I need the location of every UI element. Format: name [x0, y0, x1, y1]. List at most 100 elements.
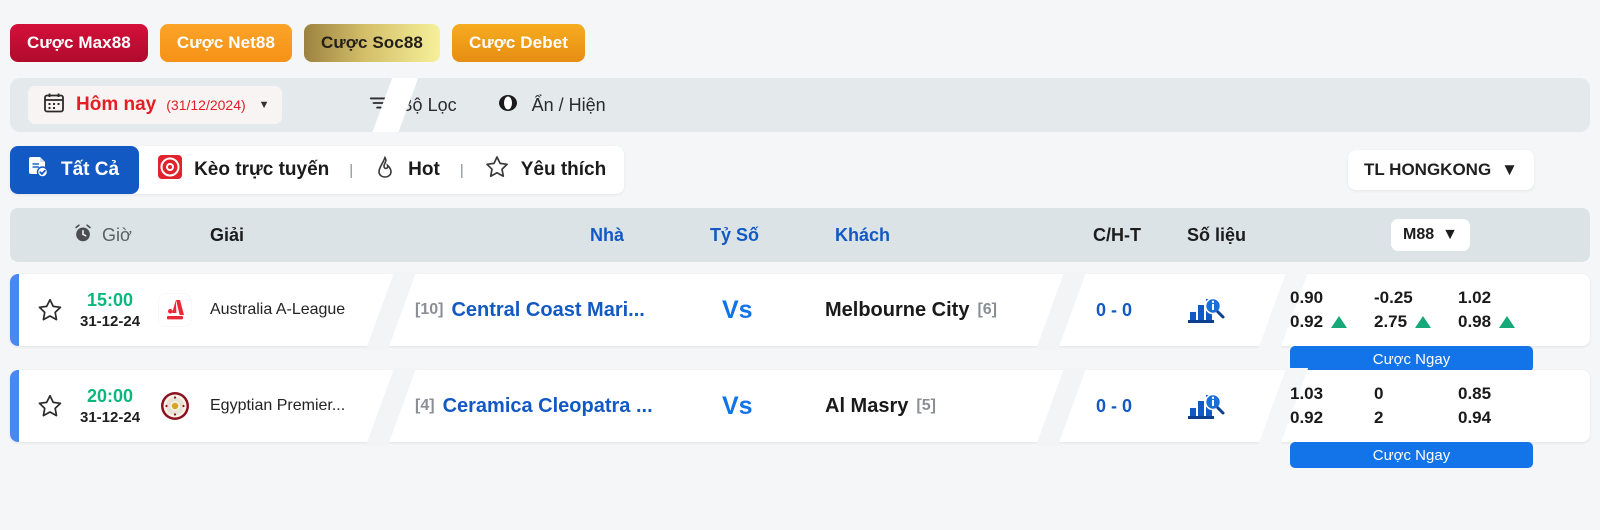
region-label: TL HONGKONG [1363, 160, 1492, 179]
column-header-home: Nhà [590, 224, 625, 245]
tab-separator: | [349, 161, 354, 179]
odds-column[interactable]: 1.02 0.98 [1450, 288, 1534, 332]
home-team-name: Ceramica Cleopatra ... [442, 394, 653, 417]
match-score: 0 - 0 [1096, 299, 1133, 320]
tab-favorites[interactable]: Yêu thích [466, 146, 625, 194]
home-team[interactable]: [4] Ceramica Cleopatra ... [415, 370, 653, 442]
tab-group: Tất Cả Kèo trực tuyến | Hot | Yêu thích [10, 146, 625, 194]
away-team-name: Melbourne City [825, 298, 970, 321]
bet-now-button[interactable]: Cược Ngay [1290, 346, 1533, 372]
tab-live-odds-label: Kèo trực tuyến [194, 159, 330, 180]
bookmaker-selector[interactable]: M88 ▼ [1391, 219, 1470, 251]
favorite-toggle[interactable] [36, 370, 64, 442]
bet-now-button[interactable]: Cược Ngay [1290, 442, 1533, 468]
odds-value: 0.90 [1290, 288, 1324, 307]
region-selector[interactable]: TL HONGKONG ▼ [1347, 150, 1534, 190]
stats-button[interactable] [1186, 370, 1226, 442]
tab-all[interactable]: Tất Cả [10, 146, 140, 194]
visibility-toggle[interactable]: Ẩn / Hiện [495, 92, 606, 119]
chevron-down-icon[interactable]: ▼ [259, 99, 270, 111]
vs-label: Vs [722, 391, 753, 420]
row-accent-bar [10, 274, 19, 346]
odds-number: 0.92 [1290, 312, 1324, 331]
odds-value: 0.92 [1290, 312, 1348, 332]
home-team-rank: [10] [415, 301, 444, 318]
star-outline-icon [38, 298, 62, 321]
odds-group: 1.03 0.92 0 2 0.85 0.94 [1282, 370, 1534, 442]
league-logo [158, 274, 192, 346]
odds-value: 0.92 [1290, 408, 1324, 427]
table-row[interactable]: 15:00 31-12-24 Australia A-League [10] C… [10, 272, 1590, 372]
row-divider [1035, 368, 1087, 446]
promo-button-max88[interactable]: Cược Max88 [10, 24, 148, 62]
odds-group: 0.90 0.92 -0.25 2.75 1.02 0.98 [1282, 274, 1534, 346]
away-team-rank: [6] [977, 301, 998, 318]
odds-column[interactable]: -0.25 2.75 [1366, 288, 1450, 332]
row-divider [365, 368, 417, 446]
odds-value: 1.02 [1458, 288, 1492, 307]
odds-column[interactable]: 0.90 0.92 [1282, 288, 1366, 332]
column-header-score: Tỷ Số [710, 224, 760, 245]
home-team-rank: [4] [415, 397, 435, 414]
filter-bar: Hôm nay (31/12/2024) ▼ Bộ Lọc Ẩn / Hiện [10, 78, 1590, 132]
odds-value: -0.25 [1374, 288, 1413, 307]
row-divider [365, 272, 417, 350]
column-header-cht: C/H-T [1093, 224, 1141, 245]
kickoff-time: 15:00 [87, 290, 134, 310]
odds-value: 0.94 [1458, 408, 1492, 427]
stats-search-icon [1188, 393, 1225, 419]
tab-separator: | [459, 161, 464, 179]
away-team-name: Al Masry [825, 394, 909, 417]
promo-bar: Cược Max88 Cược Net88 Cược Soc88 Cược De… [0, 0, 1600, 70]
column-header-league: Giải [210, 224, 245, 245]
vs-label: Vs [722, 295, 753, 324]
date-selector[interactable]: Hôm nay (31/12/2024) ▼ [28, 86, 282, 124]
odds-value: 0.98 [1458, 312, 1516, 332]
bookmaker-label: M88 [1403, 226, 1435, 243]
row-accent-bar [10, 370, 19, 442]
visibility-label: Ẩn / Hiện [531, 94, 606, 115]
row-divider [1035, 272, 1087, 350]
document-check-icon [26, 155, 50, 185]
tab-hot[interactable]: Hot [355, 146, 458, 194]
chevron-down-icon: ▼ [1501, 160, 1518, 179]
odds-column[interactable]: 1.03 0.92 [1282, 384, 1366, 428]
odds-value: 2 [1374, 408, 1384, 427]
star-icon [484, 154, 510, 186]
league-name: Australia A-League [210, 301, 346, 318]
stats-search-icon [1188, 297, 1225, 323]
away-team-rank: [5] [916, 397, 936, 414]
date-value: (31/12/2024) [166, 97, 246, 113]
favorite-toggle[interactable] [36, 274, 64, 346]
star-outline-icon [38, 394, 62, 417]
column-header-time: Giờ [72, 222, 132, 249]
promo-button-debet[interactable]: Cược Debet [451, 24, 586, 62]
table-row[interactable]: 20:00 31-12-24 Egyptian Premier... [4] C… [10, 368, 1590, 468]
live-target-icon [157, 154, 183, 186]
arrow-up-icon [1415, 316, 1432, 328]
match-time: 15:00 31-12-24 [80, 274, 140, 346]
odds-column[interactable]: 0 2 [1366, 384, 1450, 428]
away-team[interactable]: Melbourne City [6] [825, 274, 997, 346]
stats-button[interactable] [1186, 274, 1226, 346]
promo-button-soc88[interactable]: Cược Soc88 [304, 24, 440, 62]
tab-live-odds[interactable]: Kèo trực tuyến [139, 146, 347, 194]
column-header-away: Khách [835, 224, 891, 245]
match-time: 20:00 31-12-24 [80, 370, 140, 442]
match-date: 31-12-24 [80, 409, 141, 426]
promo-button-net88[interactable]: Cược Net88 [159, 24, 292, 62]
odds-number: 2.75 [1374, 312, 1408, 331]
home-team[interactable]: [10] Central Coast Mari... [415, 274, 645, 346]
tab-favorites-label: Yêu thích [520, 159, 607, 180]
match-score: 0 - 0 [1096, 395, 1133, 416]
away-team[interactable]: Al Masry [5] [825, 370, 936, 442]
odds-column[interactable]: 0.85 0.94 [1450, 384, 1534, 428]
league-logo [158, 370, 192, 442]
egyptian-fa-logo [161, 392, 189, 420]
eye-icon [495, 92, 521, 119]
kickoff-time: 20:00 [87, 386, 134, 406]
odds-number: 0.98 [1458, 312, 1492, 331]
match-list: 15:00 31-12-24 Australia A-League [10] C… [10, 272, 1590, 468]
column-header-stats: Số liệu [1187, 224, 1247, 245]
date-label: Hôm nay [76, 94, 157, 115]
